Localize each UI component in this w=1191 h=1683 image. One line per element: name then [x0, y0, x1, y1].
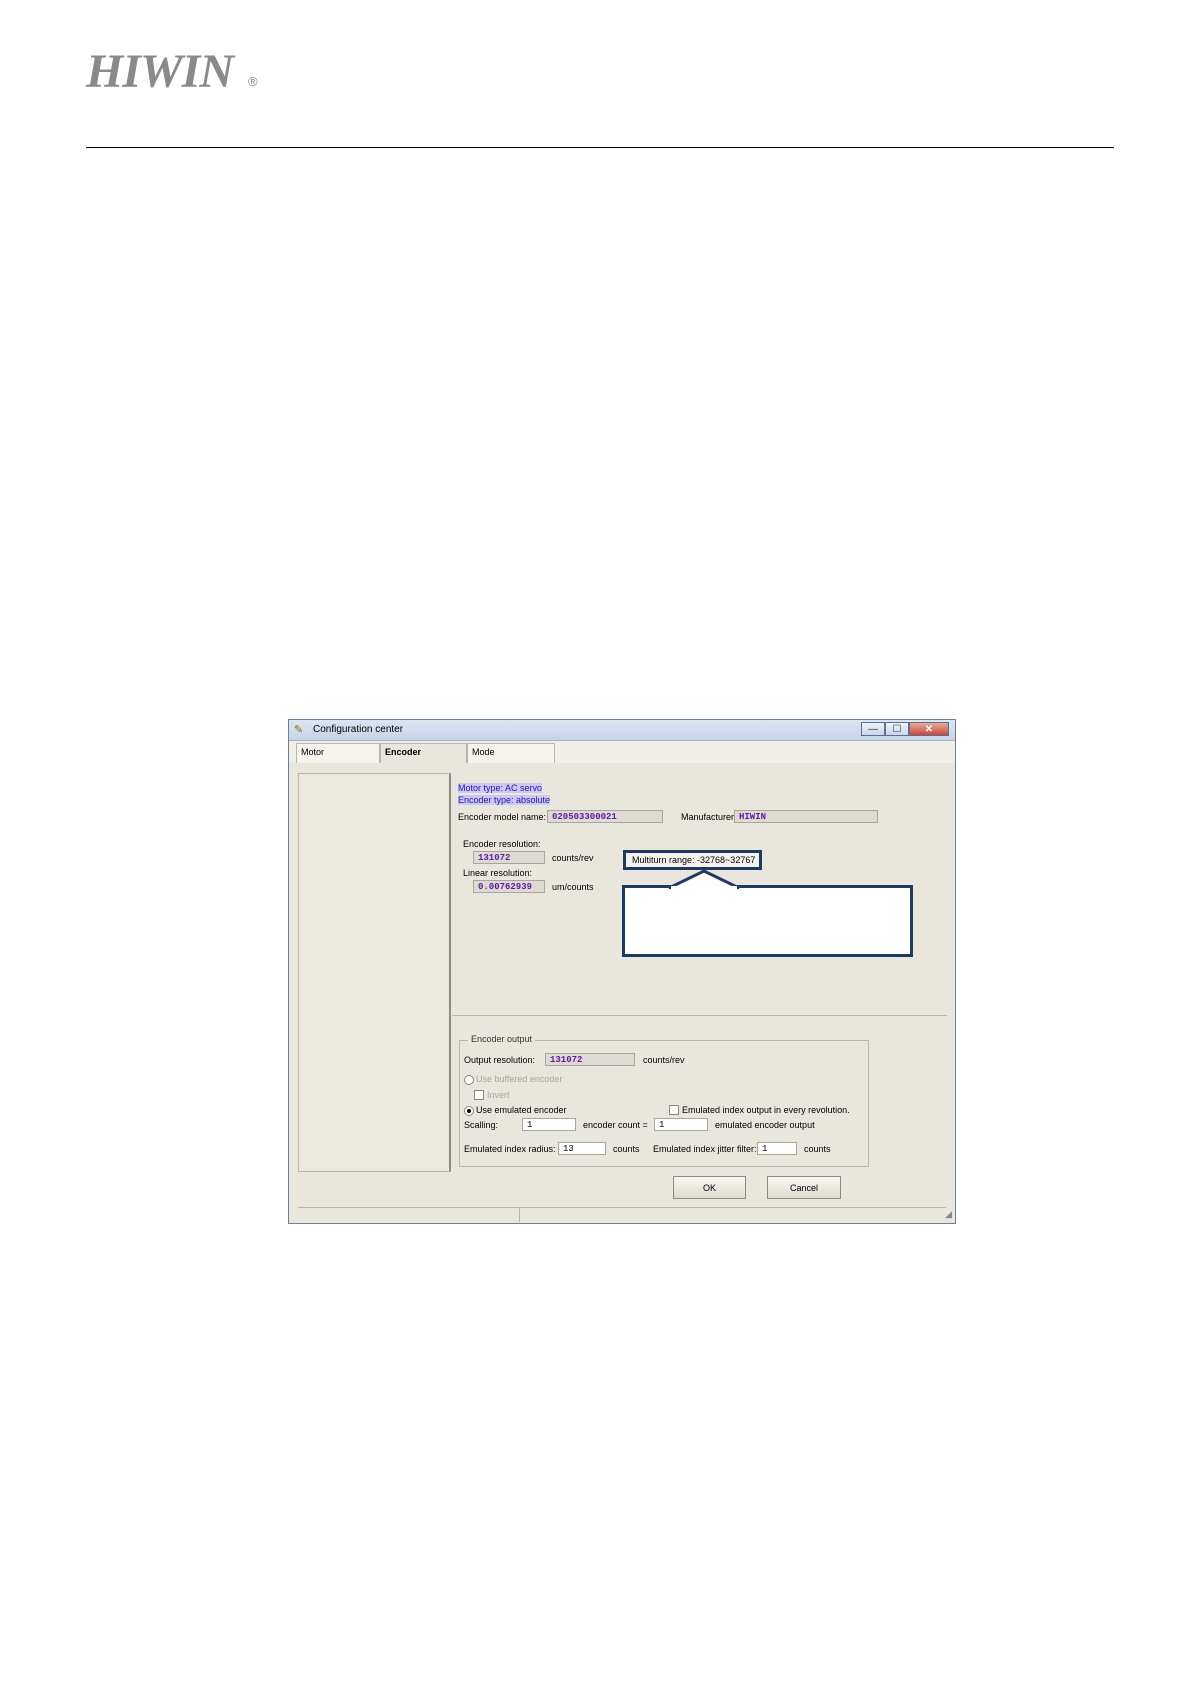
index-radius-input[interactable]: 13 [558, 1142, 606, 1155]
ok-button[interactable]: OK [673, 1176, 746, 1199]
output-resolution-unit: counts/rev [643, 1055, 685, 1065]
encoder-output-title: Encoder output [468, 1034, 536, 1044]
cancel-button[interactable]: Cancel [767, 1176, 841, 1199]
callout-box [622, 885, 913, 957]
linear-resolution-unit: um/counts [552, 882, 594, 892]
configuration-center-window: ✎ Configuration center — ☐ ✕ Motor Encod… [288, 719, 956, 1224]
use-emulated-label: Use emulated encoder [476, 1105, 567, 1115]
encoder-resolution-field: 131072 [473, 851, 545, 864]
app-icon: ✎ [294, 724, 304, 736]
manufacturer-label: Manufacturer: [681, 812, 737, 822]
status-divider [519, 1208, 520, 1222]
index-radius-label: Emulated index radius: [464, 1144, 556, 1154]
encoder-count-label: encoder count = [583, 1120, 648, 1130]
jitter-filter-unit: counts [804, 1144, 831, 1154]
close-button[interactable]: ✕ [909, 722, 949, 736]
encoder-model-label: Encoder model name: [458, 812, 547, 822]
manufacturer-field: HIWIN [734, 810, 878, 823]
encoder-output-group: Encoder output Output resolution: 131072… [459, 1034, 869, 1167]
callout-pointer [668, 869, 740, 889]
scaling-input[interactable]: 1 [522, 1118, 576, 1131]
linear-resolution-label: Linear resolution: [463, 868, 533, 878]
motor-type-label: Motor type: AC servo [458, 783, 543, 793]
index-radius-unit: counts [613, 1144, 640, 1154]
tab-encoder[interactable]: Encoder [380, 743, 467, 763]
header-rule [86, 147, 1114, 148]
status-bar [298, 1207, 946, 1222]
encoder-resolution-unit: counts/rev [552, 853, 594, 863]
minimize-button[interactable]: — [861, 722, 885, 736]
encoder-info-panel: Motor type: AC servo Encoder type: absol… [452, 773, 947, 1016]
emulated-index-checkbox[interactable] [669, 1105, 679, 1115]
encoder-type-label: Encoder type: absolute [458, 795, 551, 805]
encoder-count-input[interactable]: 1 [654, 1118, 708, 1131]
multiturn-range-box: Multiturn range: -32768~32767 [623, 850, 762, 870]
use-emulated-radio[interactable] [464, 1106, 474, 1116]
tab-bar: Motor Encoder Mode [289, 741, 955, 763]
invert-label: Invert [487, 1090, 510, 1100]
jitter-filter-input[interactable]: 1 [757, 1142, 797, 1155]
resize-grip-icon[interactable]: ◢ [945, 1209, 952, 1220]
emulated-output-label: emulated encoder output [715, 1120, 815, 1130]
emulated-index-label: Emulated index output in every revolutio… [682, 1105, 850, 1115]
use-buffered-label: Use buffered encoder [476, 1074, 563, 1084]
linear-resolution-field: 0.00762939 [473, 880, 545, 893]
use-buffered-radio[interactable] [464, 1075, 474, 1085]
output-resolution-label: Output resolution: [464, 1055, 536, 1065]
encoder-model-field: 020503300021 [547, 810, 663, 823]
scaling-label: Scalling: [464, 1120, 499, 1130]
maximize-button[interactable]: ☐ [885, 722, 909, 736]
title-bar: ✎ Configuration center — ☐ ✕ [289, 720, 955, 741]
left-panel [298, 773, 451, 1172]
hiwin-logo: HIWIN ® [86, 45, 258, 98]
invert-checkbox[interactable] [474, 1090, 484, 1100]
encoder-resolution-label: Encoder resolution: [463, 839, 541, 849]
window-title: Configuration center [313, 724, 404, 735]
output-resolution-field: 131072 [545, 1053, 635, 1066]
jitter-filter-label: Emulated index jitter filter: [653, 1144, 757, 1154]
tab-motor[interactable]: Motor [296, 743, 380, 763]
tab-mode[interactable]: Mode [467, 743, 555, 763]
registered-mark: ® [248, 74, 258, 89]
